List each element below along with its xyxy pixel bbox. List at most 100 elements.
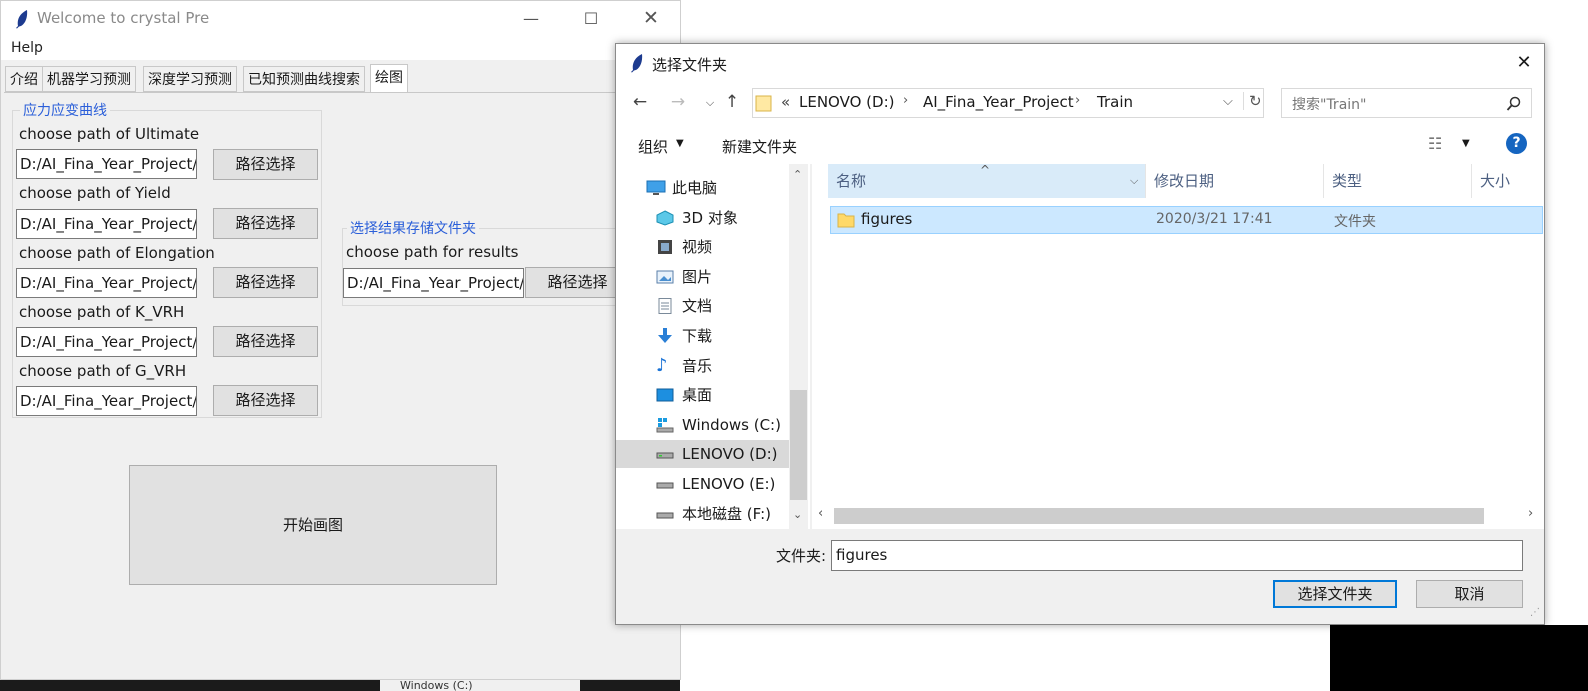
windows-drive-icon	[656, 418, 674, 433]
close-icon[interactable]: ✕	[1504, 44, 1544, 82]
column-date[interactable]: 修改日期	[1146, 164, 1324, 198]
crumb-separator-icon[interactable]: ›	[1075, 93, 1080, 108]
title-bar[interactable]: Welcome to crystal Pre — ☐ ✕	[1, 1, 680, 36]
dialog-title-bar[interactable]: 选择文件夹 ✕	[616, 44, 1544, 82]
select-folder-button[interactable]: 选择文件夹	[1273, 580, 1397, 608]
nav-item-videos[interactable]: 视频	[616, 233, 790, 261]
scroll-down-icon[interactable]: ⌄	[793, 508, 802, 521]
recent-dropdown-icon[interactable]: ⌵	[698, 96, 722, 118]
ultimate-browse-button[interactable]: 路径选择	[213, 149, 318, 180]
feather-icon	[16, 10, 28, 29]
sort-ascending-icon: ^	[980, 163, 991, 177]
elongation-path-input[interactable]: D:/AI_Fina_Year_Project/	[16, 268, 197, 298]
refresh-icon[interactable]: ↻	[1243, 92, 1262, 110]
nav-item-lenovo-d[interactable]: LENOVO (D:)	[616, 440, 790, 468]
address-prefix: «	[781, 93, 791, 111]
menu-help[interactable]: Help	[11, 40, 43, 56]
tab-intro[interactable]: 介绍	[5, 66, 43, 92]
results-path-input[interactable]: D:/AI_Fina_Year_Project/	[343, 268, 524, 298]
column-filter-icon[interactable]: ⌵	[1130, 164, 1138, 198]
download-icon	[658, 328, 672, 343]
maximize-icon[interactable]: ☐	[561, 1, 621, 36]
resize-grip-icon[interactable]: ⋰	[1530, 607, 1540, 618]
kvrh-label: choose path of K_VRH	[19, 303, 185, 321]
yield-path-input[interactable]: D:/AI_Fina_Year_Project/	[16, 209, 197, 239]
ultimate-path-input[interactable]: D:/AI_Fina_Year_Project/	[16, 149, 197, 179]
video-icon	[658, 240, 672, 254]
search-placeholder: 搜索"Train"	[1292, 97, 1367, 113]
curve-group-title: 应力应变曲线	[20, 100, 110, 120]
crumb-drive[interactable]: LENOVO (D:)	[799, 93, 894, 111]
scroll-right-icon[interactable]: ›	[1528, 506, 1533, 521]
close-icon[interactable]: ✕	[621, 1, 681, 36]
cancel-button[interactable]: 取消	[1416, 580, 1523, 608]
folder-name-input[interactable]: figures	[831, 540, 1523, 571]
up-arrow-icon[interactable]: ↑	[720, 92, 744, 114]
computer-icon	[646, 180, 666, 195]
crumb-separator-icon[interactable]: ›	[903, 93, 908, 108]
start-plot-button[interactable]: 开始画图	[129, 465, 497, 585]
view-options-icon[interactable]: ☷	[1428, 134, 1442, 153]
desktop-background	[1330, 625, 1588, 691]
scroll-up-icon[interactable]: ⌃	[793, 168, 802, 181]
search-box[interactable]: 搜索"Train"	[1281, 88, 1532, 118]
column-size[interactable]: 大小	[1472, 164, 1544, 198]
kvrh-path-input[interactable]: D:/AI_Fina_Year_Project/	[16, 327, 197, 357]
file-date: 2020/3/21 17:41	[1156, 211, 1273, 227]
address-bar[interactable]: « LENOVO (D:) › AI_Fina_Year_Project › T…	[752, 88, 1264, 118]
nav-item-this-pc[interactable]: 此电脑	[616, 174, 790, 202]
folder-icon	[837, 213, 855, 228]
file-list-pane: 名称 ^ ⌵ 修改日期 类型 大小 figures 2020/3/21 17:4…	[812, 163, 1544, 529]
nav-item-documents[interactable]: 文档	[616, 292, 790, 320]
nav-item-local-f[interactable]: 本地磁盘 (F:)	[616, 500, 790, 528]
main-window: Welcome to crystal Pre — ☐ ✕ Help 介绍 机器学…	[0, 0, 681, 680]
organize-dropdown-icon[interactable]: ▼	[676, 138, 684, 149]
minimize-icon[interactable]: —	[501, 1, 561, 36]
crumb-project[interactable]: AI_Fina_Year_Project	[923, 93, 1074, 111]
column-type[interactable]: 类型	[1324, 164, 1472, 198]
navigation-pane: 此电脑 3D 对象 视频 图片 文档 下载 ♪ 音乐 桌面 Windows (C…	[616, 164, 810, 529]
gvrh-browse-button[interactable]: 路径选择	[213, 385, 318, 416]
desktop-icon	[656, 388, 674, 402]
nav-item-desktop[interactable]: 桌面	[616, 381, 790, 409]
tab-dl-predict[interactable]: 深度学习预测	[143, 66, 237, 92]
tab-curve-search[interactable]: 已知预测曲线搜索	[243, 66, 365, 92]
help-icon[interactable]: ?	[1506, 133, 1527, 154]
back-arrow-icon[interactable]: ←	[628, 92, 652, 114]
kvrh-browse-button[interactable]: 路径选择	[213, 326, 318, 357]
document-icon	[658, 298, 672, 314]
tab-plot[interactable]: 绘图	[370, 64, 408, 93]
menu-bar: Help	[1, 36, 680, 60]
search-icon[interactable]	[1506, 96, 1522, 112]
column-name[interactable]: 名称 ^ ⌵	[828, 163, 1146, 198]
forward-arrow-icon[interactable]: →	[666, 92, 690, 114]
folder-icon	[755, 95, 772, 112]
scroll-left-icon[interactable]: ‹	[818, 506, 823, 521]
new-folder-button[interactable]: 新建文件夹	[722, 136, 797, 157]
results-label: choose path for results	[346, 243, 519, 261]
view-dropdown-icon[interactable]: ▼	[1462, 138, 1470, 149]
nav-item-lenovo-e[interactable]: LENOVO (E:)	[616, 470, 790, 498]
elongation-label: choose path of Elongation	[19, 244, 215, 262]
nav-item-music[interactable]: ♪ 音乐	[616, 352, 790, 380]
table-row[interactable]: figures 2020/3/21 17:41 文件夹	[830, 206, 1543, 234]
nav-item-pictures[interactable]: 图片	[616, 263, 790, 291]
nav-scroll-thumb[interactable]	[790, 390, 807, 500]
taskbar-item[interactable]: Windows (C:)	[380, 680, 580, 691]
horizontal-scroll-thumb[interactable]	[834, 508, 1484, 524]
crumb-train[interactable]: Train	[1097, 93, 1133, 111]
tab-ml-predict[interactable]: 机器学习预测	[42, 66, 136, 92]
pictures-icon	[656, 270, 674, 284]
yield-browse-button[interactable]: 路径选择	[213, 208, 318, 239]
nav-scrollbar[interactable]: ⌃ ⌄	[789, 164, 808, 529]
nav-item-3d-objects[interactable]: 3D 对象	[616, 204, 790, 232]
nav-item-windows-c[interactable]: Windows (C:)	[616, 411, 790, 439]
results-group-title: 选择结果存储文件夹	[347, 218, 479, 238]
address-dropdown-icon[interactable]: ⌵	[1223, 94, 1233, 109]
window-title: Welcome to crystal Pre	[37, 9, 210, 27]
nav-item-downloads[interactable]: 下载	[616, 322, 790, 350]
gvrh-path-input[interactable]: D:/AI_Fina_Year_Project/	[16, 386, 197, 416]
elongation-browse-button[interactable]: 路径选择	[213, 267, 318, 298]
horizontal-scrollbar[interactable]: ‹ ›	[812, 501, 1544, 529]
organize-menu[interactable]: 组织	[638, 136, 668, 157]
